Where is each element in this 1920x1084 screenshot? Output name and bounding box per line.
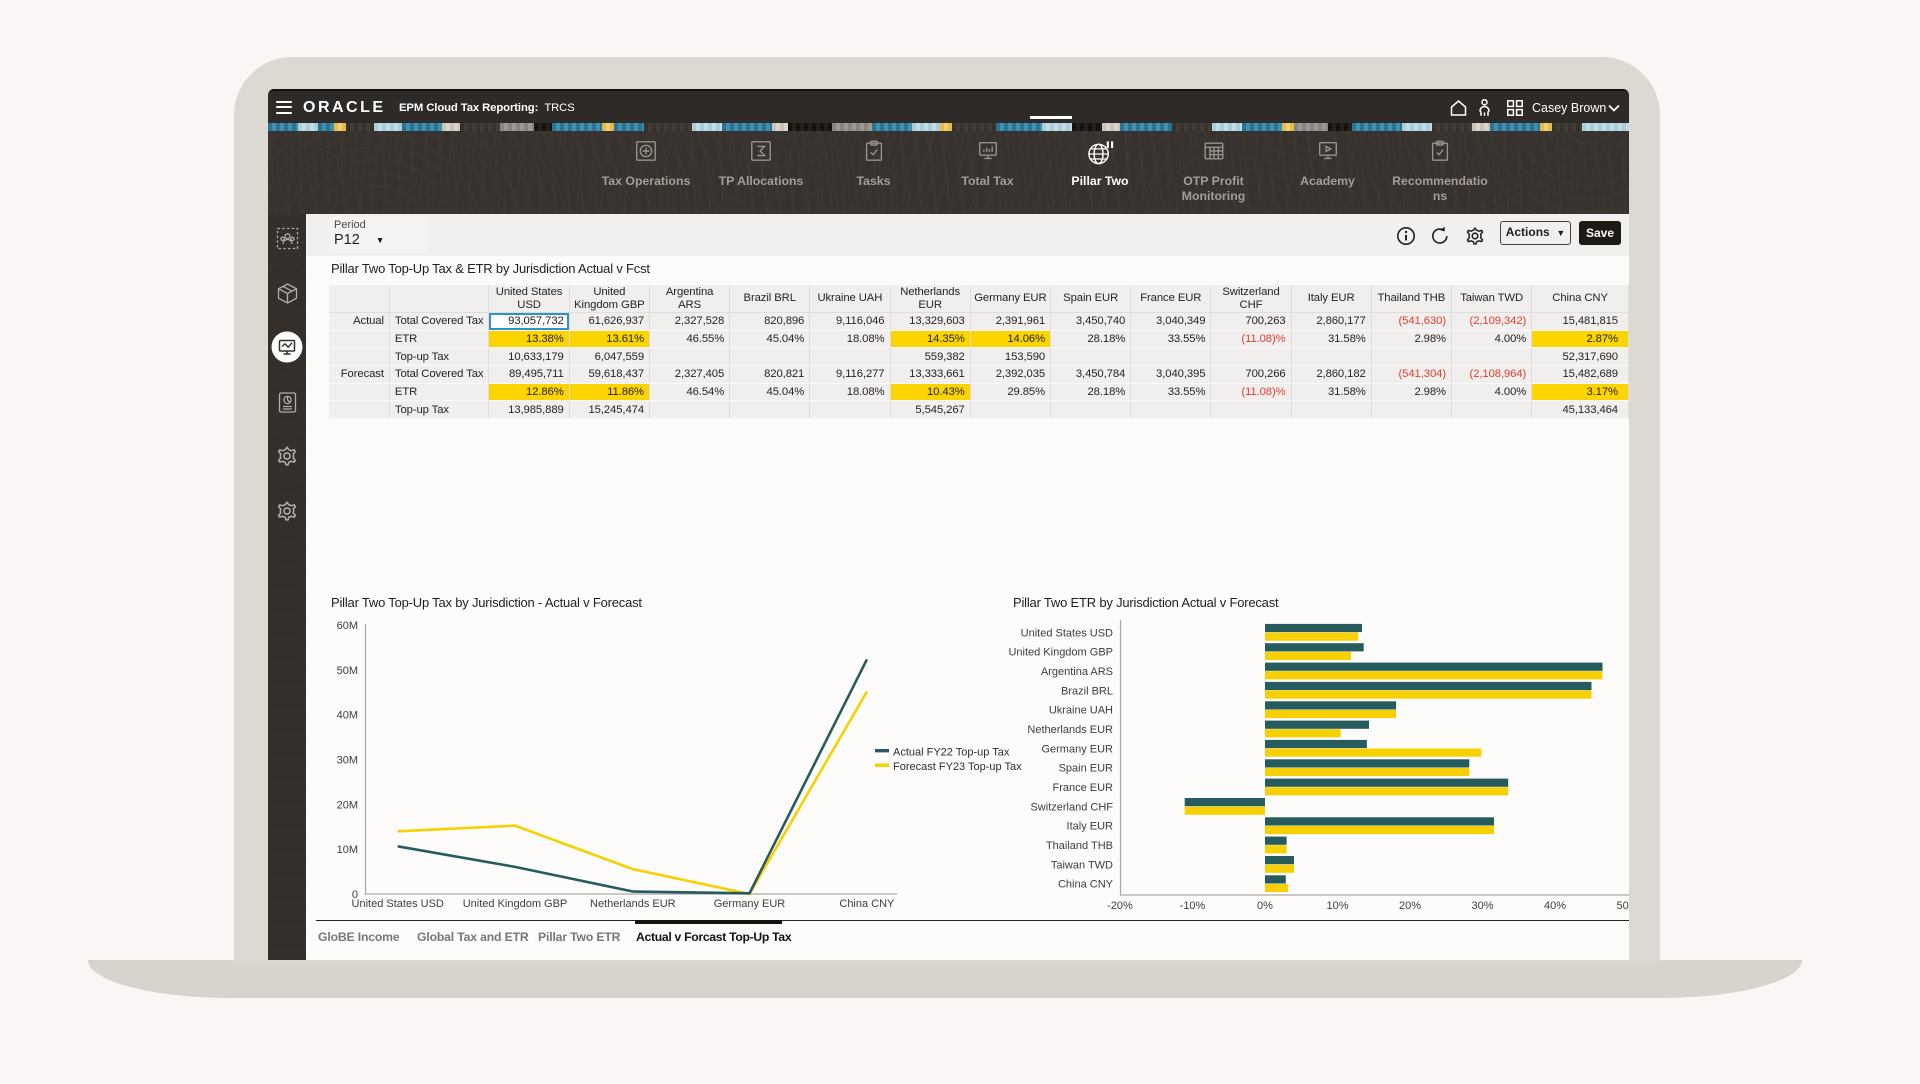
svg-text:10M: 10M [337,844,358,856]
svg-text:30M: 30M [337,755,358,767]
svg-text:China CNY: China CNY [1058,879,1114,891]
svg-text:Brazil BRL: Brazil BRL [1061,685,1113,697]
svg-text:Germany EUR: Germany EUR [714,898,786,910]
svg-text:Taiwan TWD: Taiwan TWD [1051,859,1113,871]
svg-text:40%: 40% [1544,900,1566,912]
svg-text:China CNY: China CNY [839,898,895,910]
svg-text:-20%: -20% [1107,900,1133,912]
svg-text:20M: 20M [337,799,358,811]
svg-text:United States USD: United States USD [352,898,444,910]
svg-text:United Kingdom GBP: United Kingdom GBP [463,898,568,910]
svg-text:40M: 40M [337,710,358,722]
svg-text:France EUR: France EUR [1052,782,1113,794]
svg-text:10%: 10% [1326,900,1348,912]
svg-text:0%: 0% [1257,900,1273,912]
svg-text:Netherlands EUR: Netherlands EUR [1027,724,1113,736]
svg-text:Thailand THB: Thailand THB [1046,840,1113,852]
svg-text:Germany EUR: Germany EUR [1041,743,1113,755]
svg-text:50%: 50% [1616,900,1629,912]
svg-text:Netherlands EUR: Netherlands EUR [590,898,676,910]
svg-text:-10%: -10% [1180,900,1206,912]
svg-text:Ukraine UAH: Ukraine UAH [1049,705,1113,717]
svg-text:50M: 50M [337,665,358,677]
svg-text:30%: 30% [1471,900,1493,912]
svg-text:60M: 60M [337,620,358,632]
svg-text:Spain EUR: Spain EUR [1059,763,1113,775]
svg-text:Actual FY22 Top-up Tax: Actual FY22 Top-up Tax [893,747,1010,759]
svg-text:Argentina ARS: Argentina ARS [1041,666,1113,678]
svg-text:20%: 20% [1399,900,1421,912]
svg-text:Switzerland CHF: Switzerland CHF [1030,801,1113,813]
svg-text:Italy EUR: Italy EUR [1067,821,1114,833]
svg-text:United States USD: United States USD [1021,627,1113,639]
svg-text:United Kingdom GBP: United Kingdom GBP [1008,647,1113,659]
